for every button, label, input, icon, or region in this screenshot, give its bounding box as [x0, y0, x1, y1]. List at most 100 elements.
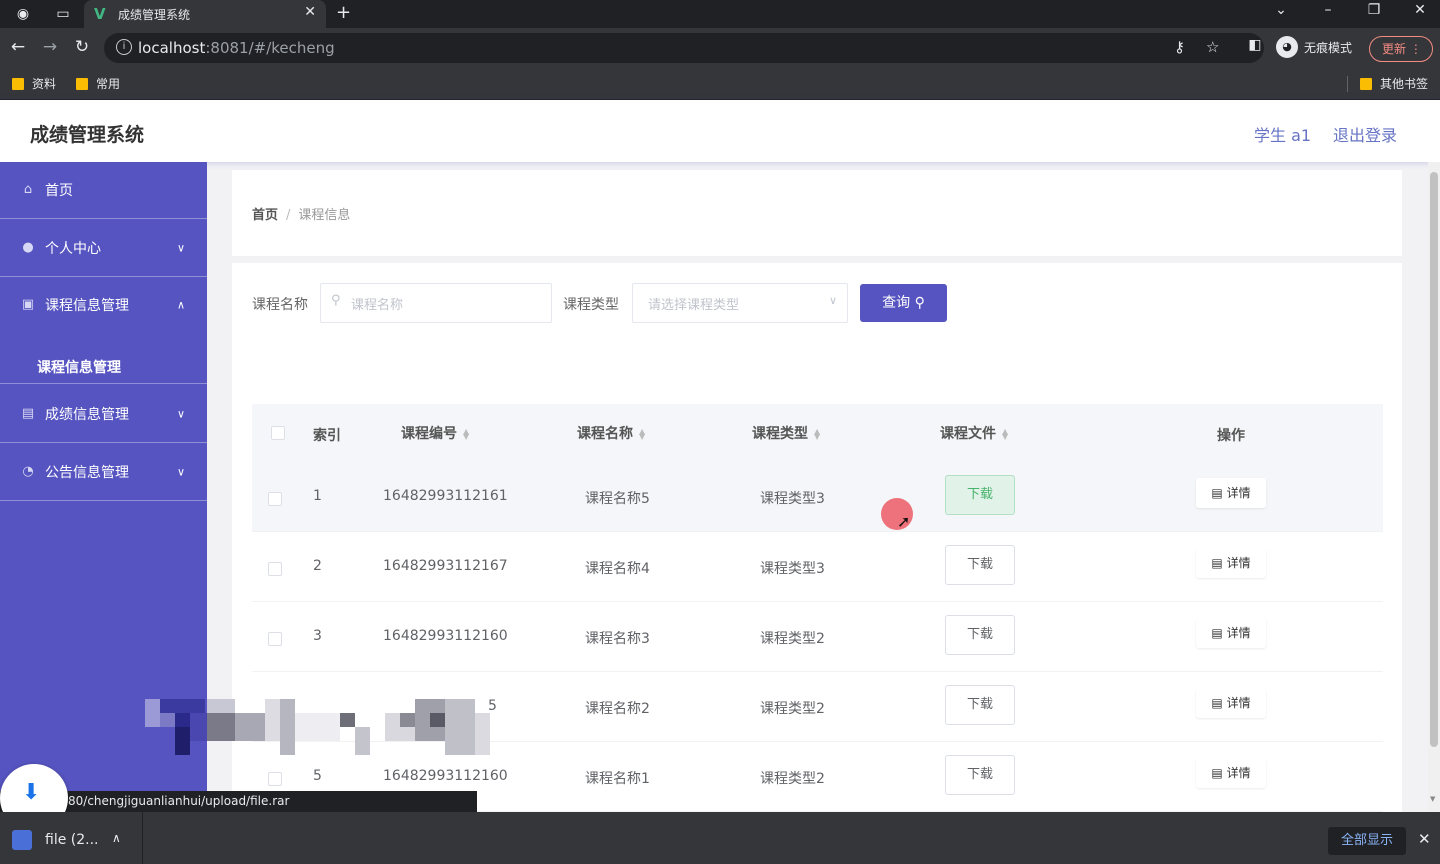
address-bar[interactable]: i localhost:8081/#/kecheng ⚷ ☆ — [104, 33, 1264, 63]
download-button[interactable]: 下载 — [945, 755, 1015, 795]
folder-icon — [76, 77, 88, 90]
detail-button[interactable]: ▤ 详情 — [1196, 618, 1266, 648]
header-course-code[interactable]: 课程编号 ▲ ▼ — [401, 423, 469, 443]
download-button[interactable]: 下载 — [945, 615, 1015, 655]
download-shelf: file (2... ∧ 全部显示 ✕ — [0, 812, 1440, 864]
notice-icon: ◔ — [22, 463, 34, 479]
download-icon: ⬇ — [22, 780, 41, 805]
bookmark-folder[interactable]: 资料 — [12, 75, 56, 92]
download-button[interactable]: 下载 — [945, 545, 1015, 585]
breadcrumb: 首页 / 课程信息 — [252, 208, 351, 223]
current-user[interactable]: 学生 a1 — [1254, 122, 1311, 146]
minimize-button[interactable]: – — [1313, 2, 1343, 18]
breadcrumb-card: 首页 / 课程信息 — [232, 170, 1402, 256]
star-icon[interactable]: ☆ — [1206, 38, 1219, 56]
incognito-indicator[interactable]: ◕ 无痕模式 — [1276, 36, 1352, 58]
row-checkbox[interactable] — [268, 562, 282, 576]
page-scrollbar[interactable]: ▼ — [1428, 162, 1440, 812]
incognito-icon: ◕ — [1276, 36, 1298, 58]
logout-link[interactable]: 退出登录 — [1333, 122, 1397, 146]
table-header: 索引 课程编号 ▲ ▼ 课程名称 ▲ ▼ 课程类型 ▲ ▼ 课程文件 ▲ ▼ 操作 — [252, 404, 1383, 462]
scroll-down-icon[interactable]: ▼ — [1430, 795, 1435, 803]
row-checkbox[interactable] — [268, 492, 282, 506]
search-icon: ⚲ — [914, 295, 925, 311]
tab-title: 成绩管理系统 — [118, 8, 191, 22]
course-type-label: 课程类型 — [563, 297, 619, 313]
other-bookmarks[interactable]: 其他书签 — [1360, 75, 1428, 92]
header-actions: 操作 — [1217, 428, 1245, 444]
scrollbar-thumb[interactable] — [1430, 172, 1438, 747]
close-icon[interactable]: ✕ — [304, 4, 316, 20]
url-text: localhost:8081/#/kecheng — [138, 39, 335, 57]
download-file[interactable]: file (2... — [45, 832, 99, 848]
chevron-down-icon[interactable]: ⌄ — [1266, 2, 1296, 18]
document-icon: ▤ — [1211, 486, 1223, 500]
info-icon[interactable]: i — [116, 39, 132, 55]
search-icon: ⚲ — [331, 293, 341, 308]
row-checkbox[interactable] — [268, 772, 282, 786]
download-button[interactable]: 下载 — [945, 685, 1015, 725]
status-bar-url: 80/chengjiguanlianhui/upload/file.rar — [0, 791, 477, 812]
header-course-type[interactable]: 课程类型 ▲ ▼ — [752, 423, 820, 443]
detail-button[interactable]: ▤ 详情 — [1196, 548, 1266, 578]
new-tab-button[interactable]: + — [336, 2, 351, 23]
tab-search-icon[interactable]: ▭ — [52, 4, 74, 24]
forward-button[interactable]: → — [38, 37, 62, 57]
detail-button[interactable]: ▤ 详情 — [1196, 478, 1266, 508]
submenu-course-manage[interactable]: 课程信息管理 — [0, 348, 207, 384]
incognito-label: 无痕模式 — [1304, 40, 1353, 55]
back-button[interactable]: ← — [6, 37, 30, 57]
close-icon[interactable]: ✕ — [1418, 830, 1431, 848]
bookmark-folder[interactable]: 常用 — [76, 75, 120, 92]
row-checkbox[interactable] — [268, 632, 282, 646]
mouse-cursor-icon: ➚ — [897, 512, 911, 531]
home-icon: ⌂ — [23, 182, 33, 197]
header-course-file[interactable]: 课程文件 ▲ ▼ — [940, 423, 1008, 443]
course-type-select[interactable]: 请选择课程类型 ∨ — [632, 283, 848, 323]
detail-button[interactable]: ▤ 详情 — [1196, 688, 1266, 718]
browser-tab-bar: ◉ ▭ V 成绩管理系统 ✕ + ⌄ – ❐ ✕ — [0, 0, 1440, 28]
sort-icon: ▲ ▼ — [814, 427, 821, 441]
table-row: 1 16482993112161 课程名称5 课程类型3 下载 ▤ 详情 — [252, 462, 1383, 532]
app-header: 成绩管理系统 学生 a1 退出登录 — [0, 100, 1440, 162]
archive-icon — [12, 830, 32, 850]
show-all-button[interactable]: 全部显示 — [1328, 827, 1406, 855]
chevron-up-icon[interactable]: ∧ — [112, 831, 121, 845]
header-course-name[interactable]: 课程名称 ▲ ▼ — [577, 423, 645, 443]
chevron-down-icon: ∨ — [176, 407, 185, 420]
detail-button[interactable]: ▤ 详情 — [1196, 758, 1266, 788]
app-title: 成绩管理系统 — [30, 124, 145, 146]
sidebar-item-grades[interactable]: ▤ 成绩信息管理 ∨ — [0, 385, 207, 443]
sidebar-item-home[interactable]: ⌂ 首页 — [0, 162, 207, 219]
sort-icon: ▲ ▼ — [1002, 427, 1009, 441]
grade-icon: ▤ — [21, 405, 35, 421]
breadcrumb-home[interactable]: 首页 — [252, 208, 278, 223]
window-close-button[interactable]: ✕ — [1405, 2, 1435, 18]
reload-button[interactable]: ↻ — [70, 37, 94, 57]
user-icon: ● — [22, 239, 34, 255]
bookmarks-bar: 资料 常用 其他书签 — [0, 68, 1440, 100]
document-icon: ▤ — [1211, 626, 1223, 640]
key-icon[interactable]: ⚷ — [1174, 38, 1185, 56]
select-all-checkbox[interactable] — [271, 426, 285, 440]
sidebar-item-personal[interactable]: ● 个人中心 ∨ — [0, 219, 207, 277]
course-name-label: 课程名称 — [252, 297, 308, 313]
folder-icon — [1360, 77, 1372, 90]
download-button[interactable]: 下载 — [945, 475, 1015, 515]
browser-toolbar: ← → ↻ i localhost:8081/#/kecheng ⚷ ☆ ◧ ◕… — [0, 28, 1440, 68]
browser-tab[interactable]: V 成绩管理系统 ✕ — [84, 0, 326, 28]
sidebar-item-notices[interactable]: ◔ 公告信息管理 ∨ — [0, 443, 207, 501]
document-icon: ▤ — [1211, 766, 1223, 780]
query-button[interactable]: 查询 ⚲ — [860, 284, 947, 322]
update-button[interactable]: 更新 ⋮ — [1369, 36, 1433, 62]
document-icon: ▤ — [1211, 696, 1223, 710]
chevron-up-icon: ∧ — [176, 298, 185, 312]
sort-icon: ▲ ▼ — [639, 427, 646, 441]
folder-icon — [12, 77, 24, 90]
sidepanel-icon[interactable]: ◧ — [1243, 37, 1267, 53]
course-name-input[interactable]: ⚲ 课程名称 — [320, 283, 552, 323]
restore-button[interactable]: ❐ — [1359, 2, 1389, 18]
course-table: 索引 课程编号 ▲ ▼ 课程名称 ▲ ▼ 课程类型 ▲ ▼ 课程文件 ▲ ▼ 操作 1 1648… — [252, 404, 1383, 824]
chevron-down-icon: ∨ — [176, 241, 185, 254]
globe-icon[interactable]: ◉ — [12, 4, 34, 24]
